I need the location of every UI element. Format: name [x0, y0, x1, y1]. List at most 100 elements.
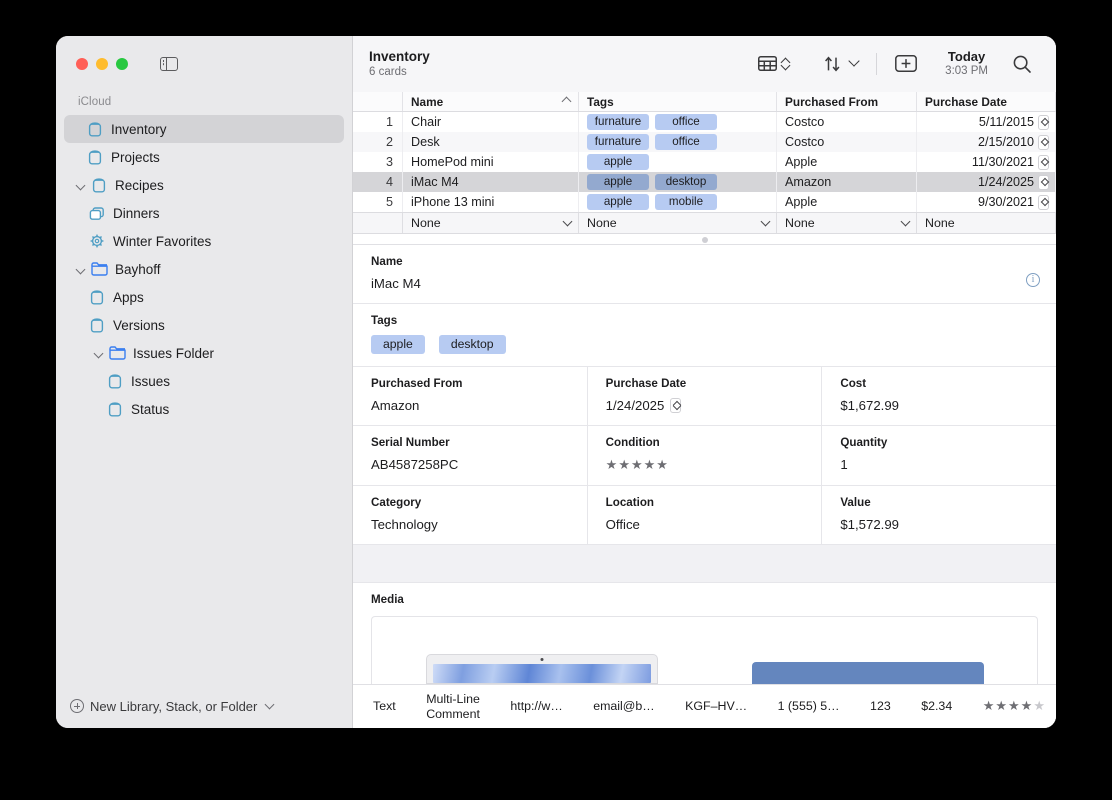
library-icon [106, 372, 124, 390]
sidebar-item-label: Winter Favorites [113, 233, 212, 249]
media-thumbnail-blue[interactable] [752, 662, 984, 684]
bottom-field-item[interactable]: email@b… [593, 699, 654, 713]
tag-pill[interactable]: mobile [655, 194, 717, 210]
date-stepper[interactable] [1038, 174, 1049, 190]
detail-field-label: Cost [840, 377, 867, 390]
tag-pill[interactable]: desktop [655, 174, 717, 190]
detail-value[interactable]: AB4587258PC [371, 457, 458, 472]
summary-dropdown[interactable]: None [403, 213, 579, 233]
add-card-button[interactable] [889, 52, 923, 75]
new-library-button[interactable]: New Library, Stack, or Folder [56, 684, 352, 728]
tag-pill[interactable]: apple [587, 194, 649, 210]
bottom-field-item[interactable]: KGF–HV… [685, 699, 747, 713]
bottom-field-item[interactable]: Multi-Line Comment [426, 692, 480, 722]
tag-pill[interactable]: office [655, 114, 717, 130]
detail-value[interactable]: $1,572.99 [840, 517, 899, 532]
search-button[interactable] [1006, 51, 1038, 77]
table-row[interactable]: 1 Chair furnature office Costco 5/11/2015 [353, 112, 1056, 132]
view-mode-button[interactable] [752, 53, 796, 74]
table-row[interactable]: 4 iMac M4 apple desktop Amazon 1/24/2025 [353, 172, 1056, 192]
cell-purchase-date[interactable]: 2/15/2010 [917, 132, 1056, 152]
cell-purchase-date[interactable]: 1/24/2025 [917, 172, 1056, 192]
column-header-purchased-from[interactable]: Purchased From [777, 92, 917, 111]
detail-tag-pill[interactable]: apple [371, 335, 425, 354]
media-thumbnail-area[interactable] [371, 616, 1038, 684]
sidebar-item-winter-favorites[interactable]: Winter Favorites [64, 227, 344, 255]
condition-rating[interactable]: ★★★★★ [606, 457, 669, 473]
sidebar-item-status[interactable]: Status [64, 395, 344, 423]
media-thumbnail-imac[interactable] [426, 654, 658, 684]
cell-purchase-date[interactable]: 11/30/2021 [917, 152, 1056, 172]
summary-dropdown[interactable]: None [579, 213, 777, 233]
info-circle-icon[interactable]: i [1026, 273, 1040, 287]
sidebar-item-issues[interactable]: Issues [64, 367, 344, 395]
cell-purchased-from[interactable]: Costco [777, 132, 917, 152]
cell-name[interactable]: iPhone 13 mini [403, 192, 579, 212]
column-header-number[interactable] [353, 92, 403, 111]
detail-value[interactable]: 1 [840, 457, 847, 472]
date-stepper[interactable] [1038, 134, 1049, 150]
sidebar-item-issues-folder[interactable]: Issues Folder [64, 339, 344, 367]
bottom-field-rating[interactable]: ★★★★★ [983, 698, 1046, 714]
cell-purchased-from[interactable]: Amazon [777, 172, 917, 192]
table-row[interactable]: 5 iPhone 13 mini apple mobile Apple 9/30/2021 [353, 192, 1056, 212]
detail-value[interactable]: Technology [371, 517, 438, 532]
date-stepper[interactable] [1038, 114, 1049, 130]
detail-value[interactable]: Amazon [371, 398, 419, 413]
tag-pill[interactable]: office [655, 134, 717, 150]
table-row[interactable]: 2 Desk furnature office Costco 2/15/2010 [353, 132, 1056, 152]
sidebar-item-dinners[interactable]: Dinners [64, 199, 344, 227]
disclosure-triangle-icon[interactable] [92, 346, 106, 360]
detail-value[interactable]: Office [606, 517, 640, 532]
sidebar-item-apps[interactable]: Apps [64, 283, 344, 311]
bottom-field-item[interactable]: 123 [870, 699, 891, 713]
sidebar-item-bayhoff[interactable]: Bayhoff [64, 255, 344, 283]
cell-purchased-from[interactable]: Apple [777, 192, 917, 212]
sidebar-item-versions[interactable]: Versions [64, 311, 344, 339]
tag-pill[interactable]: furnature [587, 114, 649, 130]
sort-button[interactable] [818, 53, 864, 75]
date-stepper[interactable] [1038, 194, 1049, 210]
cell-name[interactable]: HomePod mini [403, 152, 579, 172]
date-stepper[interactable] [670, 398, 682, 413]
detail-name-value[interactable]: iMac M4 [371, 276, 1038, 291]
cell-purchased-from[interactable]: Costco [777, 112, 917, 132]
bottom-field-label: 123 [870, 699, 891, 714]
tag-pill[interactable]: apple [587, 154, 649, 170]
cell-name[interactable]: iMac M4 [403, 172, 579, 192]
column-header-name[interactable]: Name [403, 92, 579, 111]
sidebar-toggle-icon[interactable] [160, 57, 178, 71]
sidebar-item-inventory[interactable]: Inventory [64, 115, 344, 143]
split-view-handle[interactable] [353, 234, 1056, 245]
sidebar-item-projects[interactable]: Projects [64, 143, 344, 171]
column-header-purchase-date[interactable]: Purchase Date [917, 92, 1056, 111]
close-button[interactable] [76, 58, 88, 70]
sidebar-section-label: iCloud [78, 96, 112, 108]
date-stepper[interactable] [1038, 154, 1049, 170]
table-row[interactable]: 3 HomePod mini apple Apple 11/30/2021 [353, 152, 1056, 172]
disclosure-triangle-icon[interactable] [74, 178, 88, 192]
cell-name[interactable]: Chair [403, 112, 579, 132]
cell-name[interactable]: Desk [403, 132, 579, 152]
tag-pill[interactable]: apple [587, 174, 649, 190]
bottom-field-item[interactable]: $2.34 [921, 699, 952, 713]
summary-dropdown[interactable]: None [917, 213, 1056, 233]
detail-tag-pill[interactable]: desktop [438, 335, 506, 354]
tag-pill[interactable]: furnature [587, 134, 649, 150]
maximize-button[interactable] [116, 58, 128, 70]
detail-value[interactable]: $1,672.99 [840, 398, 899, 413]
detail-value[interactable]: 1/24/2025 [606, 398, 665, 413]
cell-purchased-from[interactable]: Apple [777, 152, 917, 172]
summary-dropdown[interactable]: None [777, 213, 917, 233]
sidebar-item-recipes[interactable]: Recipes [64, 171, 344, 199]
bottom-field-item[interactable]: Text [373, 699, 396, 713]
bottom-rating-stars[interactable]: ★★★★★ [983, 698, 1046, 713]
disclosure-triangle-icon[interactable] [74, 262, 88, 276]
cell-purchase-date[interactable]: 5/11/2015 [917, 112, 1056, 132]
bottom-field-item[interactable]: 1 (555) 5… [778, 699, 840, 713]
cell-purchase-date[interactable]: 9/30/2021 [917, 192, 1056, 212]
column-header-tags[interactable]: Tags [579, 92, 777, 111]
bottom-field-item[interactable]: http://w… [510, 699, 562, 713]
sidebar-item-label: Bayhoff [115, 261, 161, 277]
minimize-button[interactable] [96, 58, 108, 70]
